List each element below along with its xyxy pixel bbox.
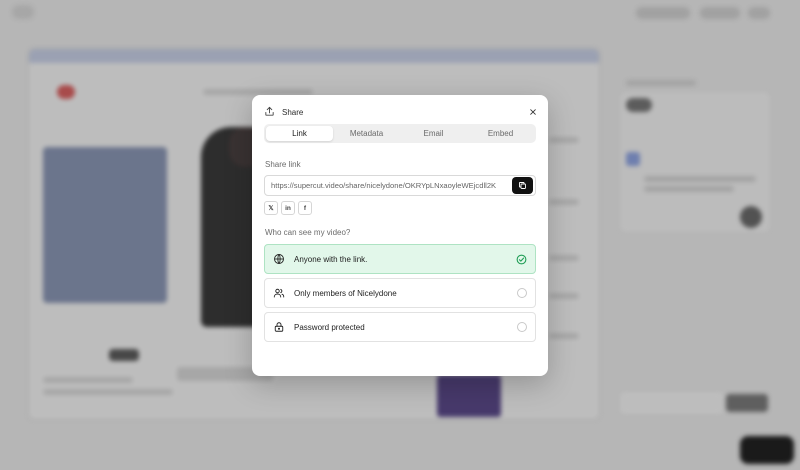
share-link-label: Share link [265, 160, 301, 169]
share-icon [264, 106, 276, 118]
lock-icon [273, 321, 285, 333]
tab-metadata[interactable]: Metadata [333, 126, 400, 141]
visibility-label: Who can see my video? [265, 228, 351, 237]
check-circle-icon [516, 254, 527, 265]
modal-title: Share [282, 107, 304, 117]
x-share-button[interactable]: 𝕏 [264, 201, 278, 215]
tab-link[interactable]: Link [266, 126, 333, 141]
linkedin-share-button[interactable]: in [281, 201, 295, 215]
option-password-protected[interactable]: Password protected [264, 312, 536, 342]
option-label: Password protected [294, 322, 365, 332]
copy-link-button[interactable] [512, 177, 533, 194]
share-modal: Share Link Metadata Email Embed Share li… [252, 95, 548, 376]
copy-icon [519, 182, 526, 189]
option-label: Only members of Nicelydone [294, 288, 397, 298]
option-members-only[interactable]: Only members of Nicelydone [264, 278, 536, 308]
globe-icon [273, 253, 285, 265]
radio-button[interactable] [517, 288, 527, 298]
social-share-buttons: 𝕏 in f [264, 201, 312, 215]
x-icon: 𝕏 [268, 205, 274, 212]
facebook-icon: f [303, 204, 307, 212]
share-link-input[interactable] [265, 181, 512, 190]
users-icon [273, 287, 285, 299]
close-button[interactable] [526, 105, 540, 119]
tab-email[interactable]: Email [400, 126, 467, 141]
option-label: Anyone with the link. [294, 254, 368, 264]
share-link-field [264, 175, 536, 196]
option-anyone-with-link[interactable]: Anyone with the link. [264, 244, 536, 274]
facebook-share-button[interactable]: f [298, 201, 312, 215]
modal-header: Share [264, 105, 540, 119]
linkedin-icon: in [285, 204, 291, 212]
share-tabs: Link Metadata Email Embed [264, 124, 536, 143]
tab-embed[interactable]: Embed [467, 126, 534, 141]
radio-button[interactable] [517, 322, 527, 332]
close-icon [530, 109, 536, 115]
